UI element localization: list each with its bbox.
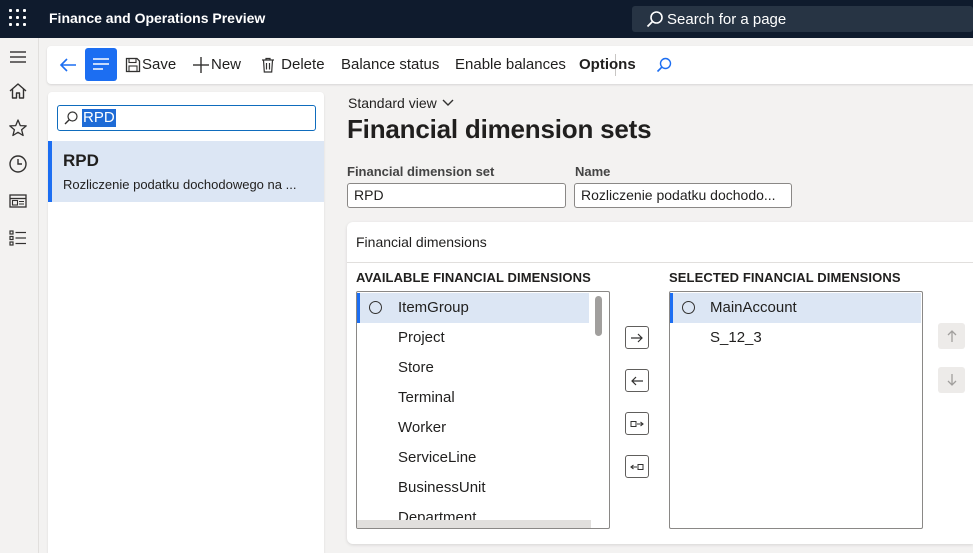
list-item[interactable]: MainAccount (670, 293, 921, 323)
horizontal-scrollbar[interactable] (357, 520, 591, 528)
filter-input[interactable]: RPD (57, 105, 316, 131)
save-icon (124, 56, 142, 73)
scrollbar-thumb[interactable] (595, 296, 602, 336)
financial-dimensions-section: Financial dimensions AVAILABLE FINANCIAL… (347, 222, 973, 544)
search-icon (656, 57, 672, 73)
radio-icon[interactable] (682, 301, 695, 314)
available-header: AVAILABLE FINANCIAL DIMENSIONS (356, 270, 591, 285)
list-item[interactable]: Worker (357, 413, 589, 443)
list-item-label: MainAccount (710, 299, 797, 316)
remove-dimension-button[interactable] (625, 369, 649, 392)
arrow-right-icon (631, 333, 643, 343)
page-title: Financial dimension sets (347, 114, 652, 144)
selected-dimensions-list[interactable]: MainAccount S_12_3 (669, 291, 923, 529)
list-item[interactable]: BusinessUnit (357, 473, 589, 503)
name-field-input[interactable]: Rozliczenie podatku dochodo... (574, 183, 792, 208)
back-arrow-icon (59, 58, 76, 72)
balance-status-button[interactable]: Balance status (341, 46, 439, 84)
toolbar-search-button[interactable] (655, 46, 673, 84)
view-name: Standard view (348, 95, 437, 111)
home-icon[interactable] (7, 80, 29, 102)
enable-balances-button[interactable]: Enable balances (455, 46, 566, 84)
add-dimension-button[interactable] (625, 326, 649, 349)
chevron-down-icon (442, 99, 454, 106)
list-item[interactable]: ServiceLine (357, 443, 589, 473)
list-item-label: Project (398, 329, 445, 346)
plus-icon (191, 56, 211, 74)
move-all-right-icon (630, 421, 644, 427)
list-item[interactable]: ItemGroup (357, 293, 589, 323)
lines-icon (93, 58, 109, 70)
move-up-button[interactable] (938, 323, 965, 349)
clock-icon[interactable] (7, 153, 29, 175)
save-button[interactable]: Save (124, 46, 176, 84)
list-item-label: Store (398, 359, 434, 376)
name-field-label: Name (575, 164, 611, 179)
search-icon (63, 110, 79, 129)
view-selector[interactable]: Standard view (348, 95, 455, 111)
add-all-dimensions-button[interactable] (625, 412, 649, 435)
list-item-label: Terminal (398, 389, 455, 406)
top-bar: Finance and Operations Preview Search fo… (0, 0, 973, 38)
delete-label: Delete (281, 56, 325, 73)
arrow-up-icon (947, 330, 957, 342)
arrow-left-icon (631, 376, 643, 386)
list-item-description: Rozliczenie podatku dochodowego na ... (63, 177, 297, 192)
list-item-label: BusinessUnit (398, 479, 486, 496)
move-all-left-icon (630, 464, 644, 470)
trash-icon (259, 56, 277, 73)
list-item[interactable]: Store (357, 353, 589, 383)
hamburger-icon[interactable] (7, 46, 29, 68)
list-item-label: Worker (398, 419, 447, 436)
list-item[interactable]: RPD Rozliczenie podatku dochodowego na .… (48, 141, 324, 202)
radio-icon[interactable] (369, 301, 382, 314)
available-dimensions-list[interactable]: ItemGroup Project Store Terminal Worker … (356, 291, 610, 529)
new-button[interactable]: New (191, 46, 241, 84)
list-item[interactable]: Project (357, 323, 589, 353)
modules-list-icon[interactable] (7, 227, 29, 249)
page-search-box[interactable]: Search for a page (632, 6, 973, 32)
star-icon[interactable] (7, 117, 29, 139)
search-placeholder: Search for a page (667, 11, 787, 28)
set-field-input[interactable]: RPD (347, 183, 566, 208)
list-item-label: ItemGroup (398, 299, 469, 316)
list-item-label: ServiceLine (398, 449, 477, 466)
app-launcher-icon[interactable] (9, 9, 27, 27)
divider (347, 262, 973, 263)
delete-button[interactable]: Delete (259, 46, 325, 84)
set-field-label: Financial dimension set (347, 164, 495, 179)
new-label: New (211, 56, 242, 73)
selected-header: SELECTED FINANCIAL DIMENSIONS (669, 270, 901, 285)
filter-value: RPD (82, 109, 116, 127)
options-tab[interactable]: Options (579, 46, 636, 84)
arrow-down-icon (947, 374, 957, 386)
section-title: Financial dimensions (356, 234, 487, 250)
list-item-label: S_12_3 (710, 329, 762, 346)
list-item[interactable]: S_12_3 (670, 323, 921, 353)
list-pane: RPD RPD Rozliczenie podatku dochodowego … (48, 92, 324, 553)
list-item[interactable]: Terminal (357, 383, 589, 413)
menu-toggle-button[interactable] (85, 48, 117, 81)
move-down-button[interactable] (938, 367, 965, 393)
back-button[interactable] (57, 46, 79, 84)
app-title: Finance and Operations Preview (49, 10, 266, 26)
list-item-code: RPD (63, 151, 99, 170)
search-icon (646, 10, 664, 32)
save-label: Save (142, 56, 177, 73)
action-pane: Save New Delete Balance status Enable ba… (47, 46, 973, 84)
left-navigation (0, 38, 39, 553)
workspace-icon[interactable] (7, 190, 29, 212)
remove-all-dimensions-button[interactable] (625, 455, 649, 478)
